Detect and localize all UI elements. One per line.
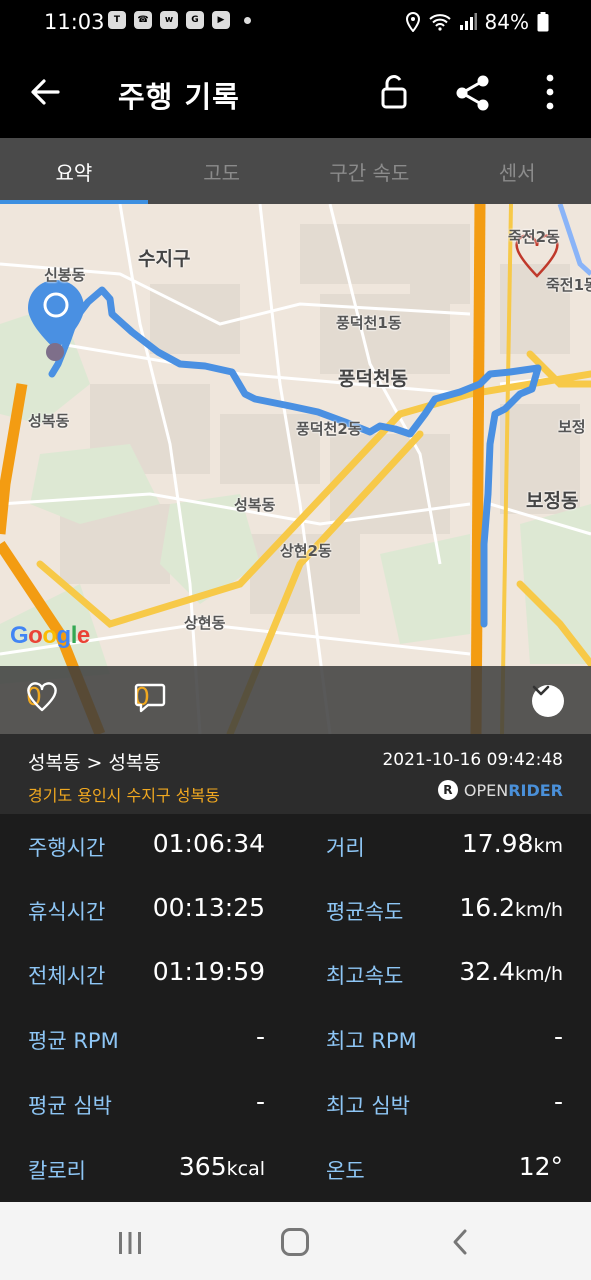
signal-icon xyxy=(459,13,477,30)
status-time: 11:03 xyxy=(44,10,105,34)
stat-value: - xyxy=(553,1087,563,1116)
stat-value: 01:06:34 xyxy=(152,829,265,858)
share-icon[interactable] xyxy=(452,72,494,114)
map-label: 상현동 xyxy=(184,614,226,632)
notification-icons: T ☎ w G ▶ xyxy=(108,11,251,29)
app-icon: w xyxy=(160,11,178,29)
youtube-icon: ▶ xyxy=(212,11,230,29)
map-label: 성복동 xyxy=(28,412,70,430)
stat-value: - xyxy=(553,1022,563,1051)
stat-label: 전체시간 xyxy=(28,964,106,988)
back-arrow-icon[interactable] xyxy=(24,70,68,114)
stat-label: 칼로리 xyxy=(28,1159,86,1183)
reaction-bar: 0 0 xyxy=(0,666,591,734)
wifi-icon xyxy=(428,14,451,31)
tab-bar: 요약 고도 구간 속도 센서 xyxy=(0,138,591,204)
comment-icon xyxy=(134,683,166,713)
route-name: 성복동 > 성복동 xyxy=(28,752,161,774)
recent-apps-icon[interactable] xyxy=(117,1230,143,1256)
tab-elevation[interactable]: 고도 xyxy=(148,138,296,204)
tab-section-speed[interactable]: 구간 속도 xyxy=(296,138,444,204)
tab-sensor[interactable]: 센서 xyxy=(443,138,591,204)
app-bar: 주행 기록 xyxy=(0,46,591,138)
stat-value: - xyxy=(255,1087,265,1116)
stat-label: 온도 xyxy=(326,1159,365,1183)
stat-label: 평균속도 xyxy=(326,900,404,924)
route-info: 성복동 > 성복동 2021-10-16 09:42:48 경기도 용인시 수지… xyxy=(0,734,591,814)
route-map[interactable]: 수지구 신봉동 풍덕천1동 풍덕천동 성복동 풍덕천2동 성복동 상현2동 상현… xyxy=(0,204,591,734)
app-badge-icon: G xyxy=(186,11,204,29)
phone-icon: ☎ xyxy=(134,11,152,29)
stat-label: 휴식시간 xyxy=(28,900,106,924)
openrider-mark: R xyxy=(437,780,458,800)
comment-button[interactable]: 0 xyxy=(134,682,166,713)
battery-icon xyxy=(537,12,549,32)
map-label: 죽전1동 xyxy=(546,276,591,294)
stat-value: 01:19:59 xyxy=(152,957,265,986)
stat-value: 00:13:25 xyxy=(152,893,265,922)
stats-row: 휴식시간 00:13:25 평균속도 16.2km/h xyxy=(0,878,591,942)
stats-row: 주행시간 01:06:34 거리 17.98km xyxy=(0,814,591,878)
stat-label: 최고 심박 xyxy=(326,1094,410,1118)
nav-back-icon[interactable] xyxy=(450,1228,470,1256)
chevron-down-icon xyxy=(532,685,550,696)
stats-row: 칼로리 365kcal 온도 12° xyxy=(0,1137,591,1201)
stat-label: 최고 RPM xyxy=(326,1029,417,1053)
brand-open-text: OPEN xyxy=(463,780,509,800)
stat-label: 주행시간 xyxy=(28,836,106,860)
stat-label: 평균 RPM xyxy=(28,1029,119,1053)
map-label: 풍덕천2동 xyxy=(296,420,362,438)
stats-panel: 주행시간 01:06:34 거리 17.98km 휴식시간 00:13:25 평… xyxy=(0,814,591,1202)
route-address: 경기도 용인시 수지구 성복동 xyxy=(28,786,220,805)
heart-icon xyxy=(27,682,57,712)
battery-percent: 84% xyxy=(484,10,529,34)
stats-row: 전체시간 01:19:59 최고속도 32.4km/h xyxy=(0,942,591,1006)
tab-summary[interactable]: 요약 xyxy=(0,138,148,204)
map-label: 성복동 xyxy=(234,496,276,514)
openrider-logo: R OPENRIDER xyxy=(437,780,563,800)
stat-value: 365kcal xyxy=(178,1152,265,1181)
stats-row: 평균 RPM - 최고 RPM - xyxy=(0,1007,591,1071)
talk-icon: T xyxy=(108,11,126,29)
page-title: 주행 기록 xyxy=(118,80,240,114)
stat-label: 거리 xyxy=(326,836,365,860)
like-button[interactable]: 0 xyxy=(26,682,57,712)
stat-value: - xyxy=(255,1022,265,1051)
expand-button[interactable] xyxy=(532,685,564,717)
stat-value: 12° xyxy=(518,1152,563,1181)
home-icon[interactable] xyxy=(281,1228,309,1256)
stat-label: 최고속도 xyxy=(326,964,404,988)
status-bar: 11:03 T ☎ w G ▶ 84% xyxy=(0,0,591,46)
map-label: 보정동 xyxy=(526,490,579,512)
system-icons: 84% xyxy=(405,10,549,34)
map-label: 풍덕천동 xyxy=(338,368,408,390)
stat-value: 32.4km/h xyxy=(459,957,563,986)
stat-label: 평균 심박 xyxy=(28,1094,112,1118)
location-icon xyxy=(405,12,420,32)
map-label: 신봉동 xyxy=(44,266,86,284)
google-logo: Google xyxy=(10,622,90,649)
map-canvas xyxy=(0,204,591,734)
stats-row: 평균 심박 - 최고 심박 - xyxy=(0,1072,591,1136)
map-label: 죽전2동 xyxy=(508,228,560,246)
more-notifications-icon xyxy=(244,16,251,24)
stat-value: 17.98km xyxy=(461,829,563,858)
map-label: 풍덕천1동 xyxy=(336,314,402,332)
map-label: 수지구 xyxy=(138,248,191,270)
more-options-icon[interactable] xyxy=(530,70,570,114)
system-nav-bar xyxy=(0,1202,591,1280)
brand-rider-text: RIDER xyxy=(508,780,563,800)
stat-value: 16.2km/h xyxy=(459,893,563,922)
map-label: 보정 xyxy=(558,418,586,436)
map-label: 상현2동 xyxy=(280,542,332,560)
unlock-icon[interactable] xyxy=(374,72,414,112)
route-datetime: 2021-10-16 09:42:48 xyxy=(382,750,563,770)
